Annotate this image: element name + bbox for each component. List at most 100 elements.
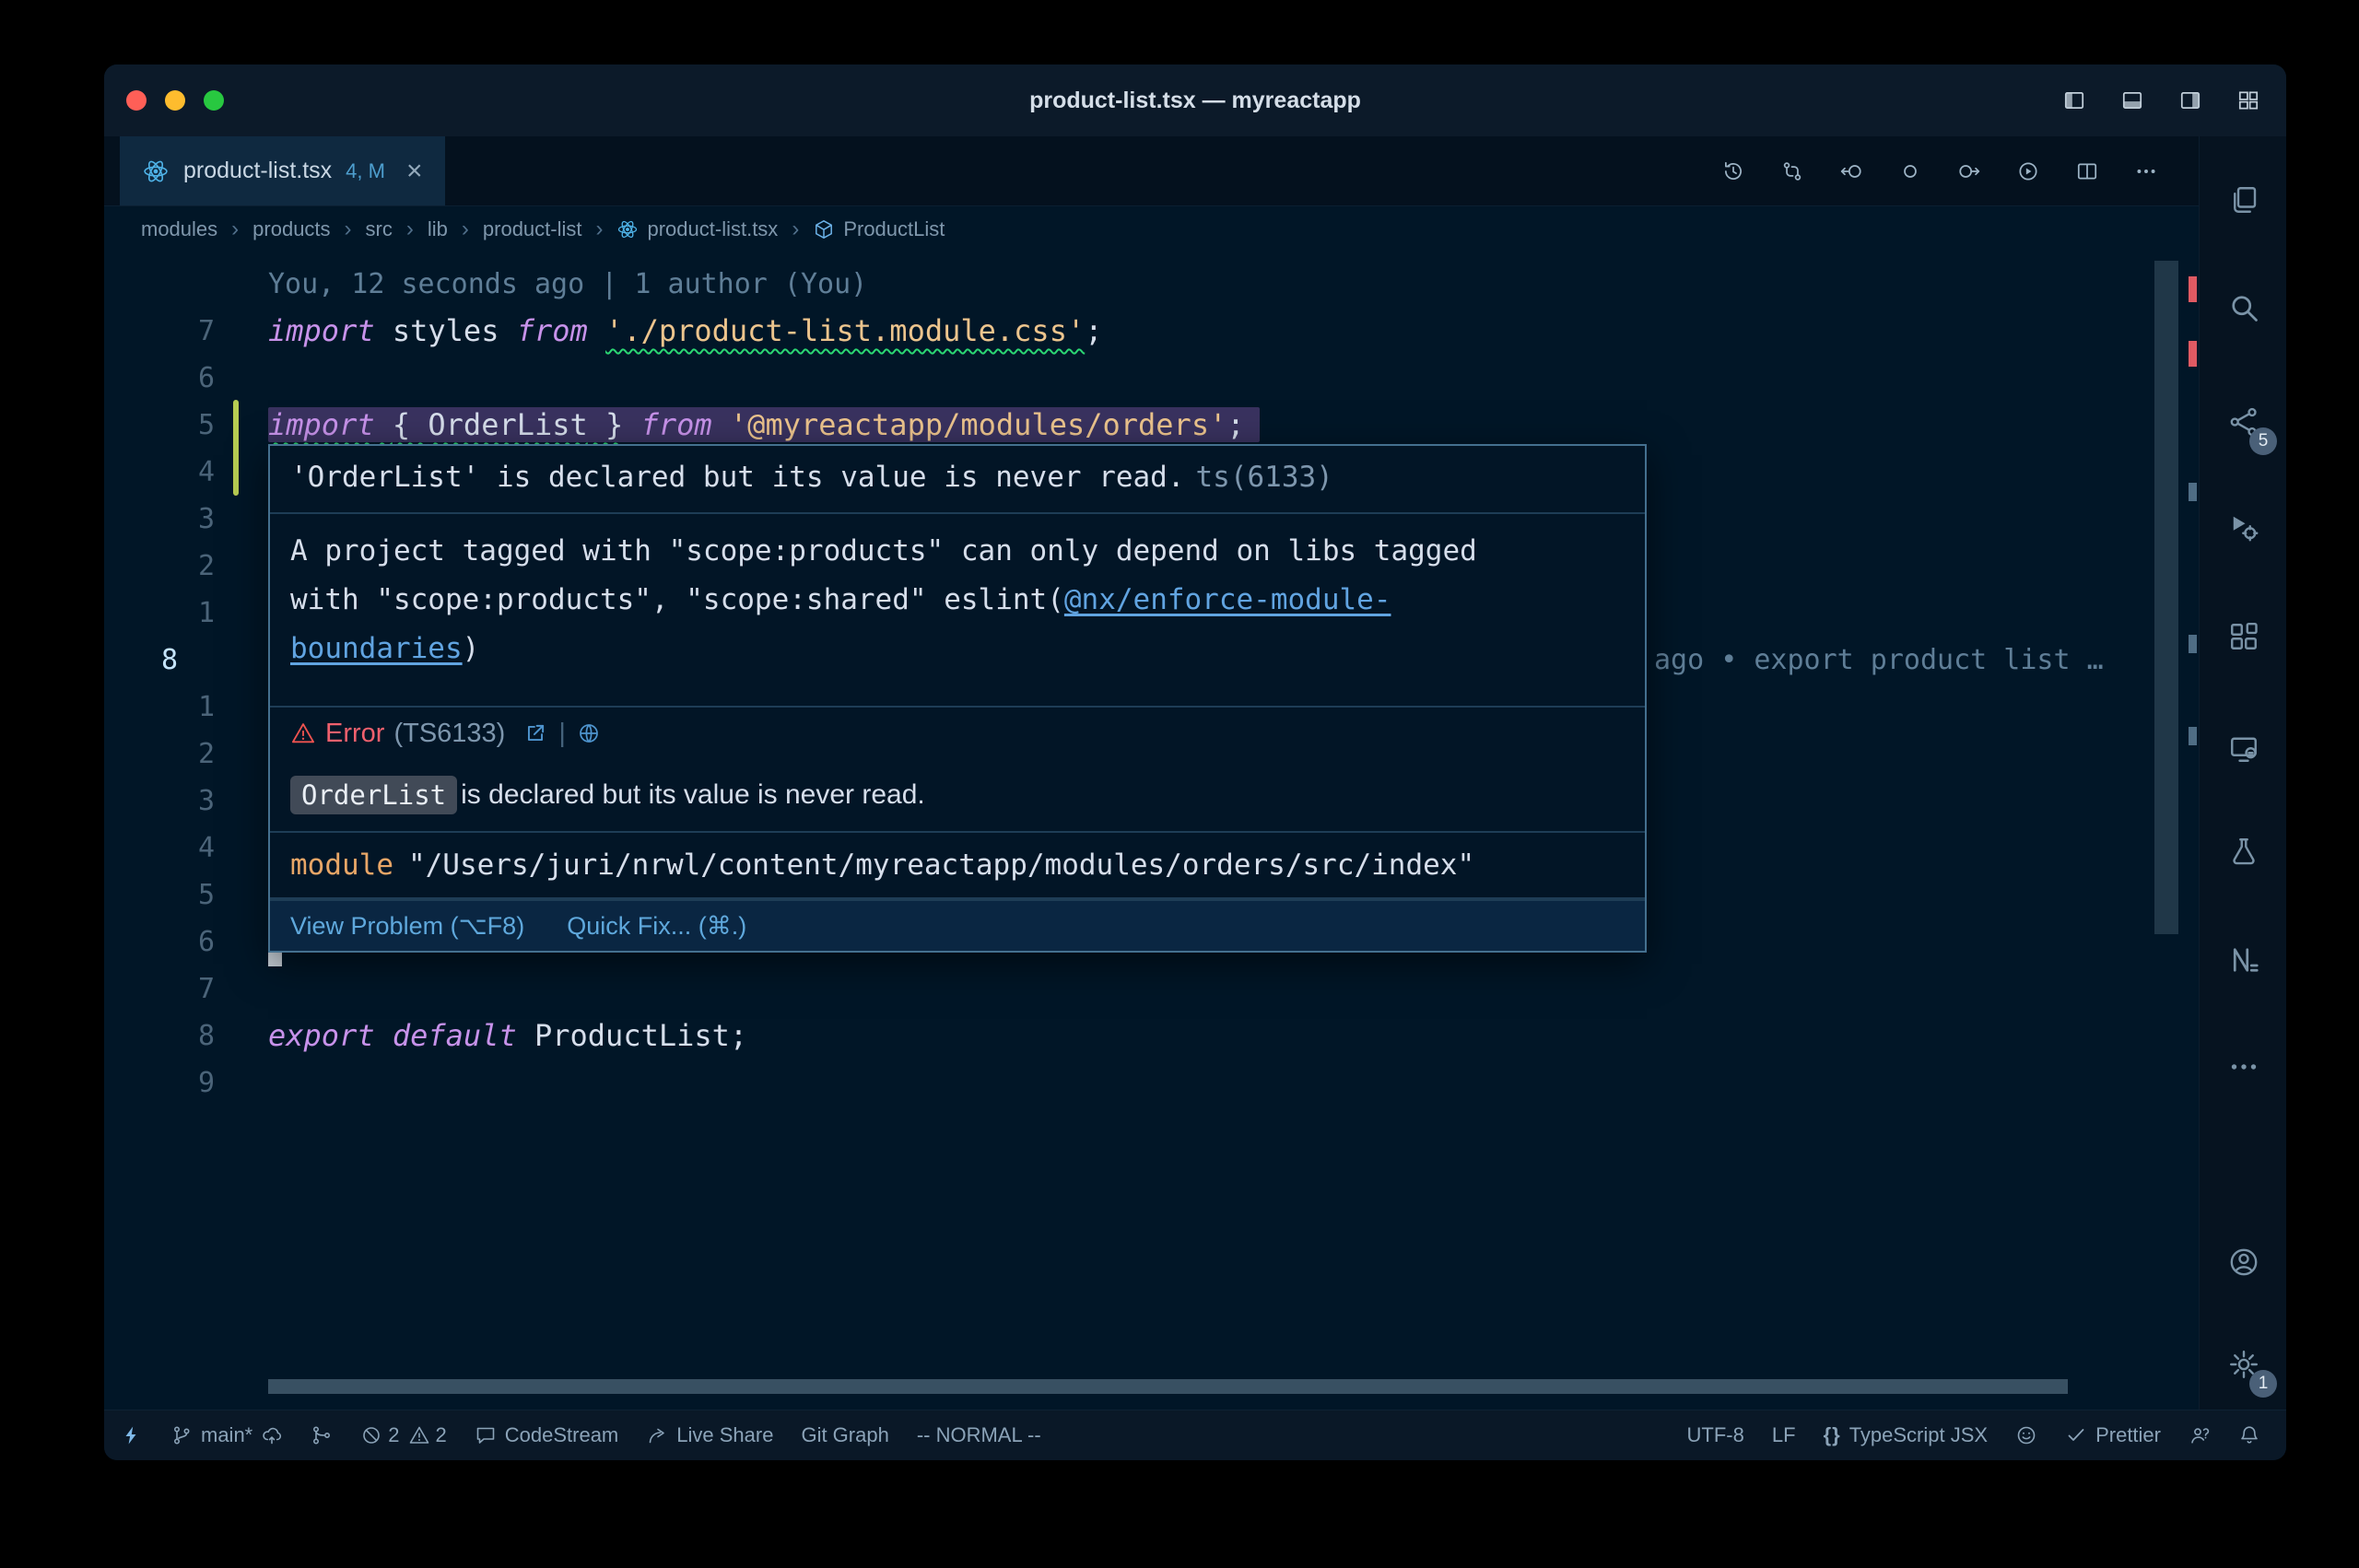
- quick-fix-button[interactable]: Quick Fix... (⌘.): [567, 912, 746, 941]
- activity-bar-extensions[interactable]: [2200, 603, 2286, 670]
- line-number[interactable]: 8: [104, 637, 215, 684]
- breadcrumb-item-lib[interactable]: lib: [428, 217, 448, 241]
- editor-action-forward[interactable]: [1957, 159, 1981, 183]
- editor-action-run[interactable]: [2016, 159, 2040, 183]
- panel-bottom-toggle-button[interactable]: [2120, 88, 2144, 112]
- activity-bar-testing[interactable]: [2200, 818, 2286, 884]
- tab-close-button[interactable]: ×: [406, 158, 423, 185]
- error-description-row: OrderList is declared but its value is n…: [270, 759, 1645, 831]
- window-title: product-list.tsx — myreactapp: [1029, 88, 1361, 114]
- line-number[interactable]: 1: [104, 590, 215, 637]
- view-problem-button[interactable]: View Problem (⌥F8): [290, 912, 524, 941]
- editor-action-circle[interactable]: [1898, 159, 1922, 183]
- breadcrumb-separator: ›: [462, 216, 469, 242]
- status-problems[interactable]: 22: [360, 1423, 447, 1447]
- activity-bar-explorer[interactable]: [2200, 167, 2286, 233]
- account-icon: [2227, 1246, 2260, 1279]
- error-count: 2: [388, 1423, 399, 1447]
- breadcrumb-item-src[interactable]: src: [366, 217, 393, 241]
- status-feedback-person[interactable]: [2189, 1424, 2211, 1446]
- status-git-branch[interactable]: main*: [170, 1423, 283, 1447]
- activity-bar-run-and-debug[interactable]: [2200, 494, 2286, 560]
- status-feedback-smiley[interactable]: [2015, 1424, 2037, 1446]
- minimize-window-button[interactable]: [165, 90, 185, 111]
- tab-product-list[interactable]: product-list.tsx 4, M ×: [120, 136, 445, 205]
- line-number[interactable]: 7: [104, 308, 215, 355]
- code-line[interactable]: import styles from './product-list.modul…: [268, 308, 1102, 355]
- popup-resize-handle[interactable]: [268, 953, 282, 966]
- zoom-window-button[interactable]: [204, 90, 224, 111]
- status-notifications[interactable]: [2238, 1424, 2260, 1446]
- line-number[interactable]: 8: [104, 1012, 215, 1059]
- bolt-icon: [121, 1424, 143, 1446]
- activity-bar-remote-explorer[interactable]: [2200, 716, 2286, 782]
- back-icon: [1839, 159, 1863, 183]
- error-detail-row: Error(TS6133) |: [270, 708, 1645, 759]
- layout-toggle-button[interactable]: [2236, 88, 2260, 112]
- breadcrumb-item-product-list-tsx[interactable]: product-list.tsx: [616, 217, 778, 241]
- code-line[interactable]: export default ProductList;: [268, 1012, 747, 1059]
- activity-bar-source-control[interactable]: 5: [2200, 389, 2286, 455]
- line-number[interactable]: 3: [104, 778, 215, 825]
- code-row: 7: [104, 965, 2199, 1012]
- line-number[interactable]: 4: [104, 449, 215, 496]
- editor-action-back[interactable]: [1839, 159, 1863, 183]
- breadcrumb-item-modules[interactable]: modules: [141, 217, 217, 241]
- line-number[interactable]: 5: [104, 402, 215, 449]
- activity-bar-search[interactable]: [2200, 275, 2286, 341]
- status-git-graph[interactable]: Git Graph: [801, 1423, 888, 1447]
- line-number[interactable]: 5: [104, 872, 215, 919]
- encoding-label: UTF-8: [1687, 1423, 1744, 1447]
- code-editor[interactable]: You, 12 seconds ago | 1 author (You)7imp…: [104, 252, 2199, 1410]
- person-q-icon: [2189, 1424, 2211, 1446]
- line-number[interactable]: 2: [104, 731, 215, 778]
- breadcrumb-item-productlist[interactable]: ProductList: [813, 217, 945, 241]
- close-window-button[interactable]: [126, 90, 147, 111]
- activity-bar-additional-views[interactable]: [2200, 1034, 2286, 1100]
- vertical-scrollbar[interactable]: [2154, 261, 2178, 934]
- status-vim-mode[interactable]: -- NORMAL --: [917, 1423, 1041, 1447]
- panel-left-icon: [2062, 88, 2086, 112]
- status-live-share[interactable]: Live Share: [646, 1423, 773, 1447]
- editor-action-history[interactable]: [1721, 159, 1745, 183]
- line-number[interactable]: 1: [104, 684, 215, 731]
- panel-right-toggle-button[interactable]: [2178, 88, 2202, 112]
- line-number[interactable]: 3: [104, 496, 215, 543]
- activity-bar-nx-console[interactable]: [2200, 927, 2286, 993]
- code-line[interactable]: import { OrderList } from '@myreactapp/m…: [268, 402, 1260, 449]
- line-number[interactable]: 2: [104, 543, 215, 590]
- editor-action-ellipsis[interactable]: [2134, 159, 2158, 183]
- status-encoding[interactable]: UTF-8: [1687, 1423, 1744, 1447]
- gutter-modified-indicator: [233, 400, 239, 496]
- status-language-mode[interactable]: {}TypeScript JSX: [1824, 1423, 1989, 1447]
- activity-bar-accounts[interactable]: [2200, 1229, 2286, 1295]
- status-remote-indicator[interactable]: [121, 1424, 143, 1446]
- line-number[interactable]: 6: [104, 919, 215, 965]
- breadcrumb-separator: ›: [345, 216, 352, 242]
- line-number[interactable]: 7: [104, 965, 215, 1012]
- status-prettier[interactable]: Prettier: [2065, 1423, 2161, 1447]
- breadcrumb-item-products[interactable]: products: [252, 217, 330, 241]
- line-number[interactable]: 9: [104, 1059, 215, 1106]
- activity-bar-settings[interactable]: 1: [2200, 1331, 2286, 1398]
- error-code: (TS6133): [393, 719, 505, 749]
- external-link-icon[interactable]: [523, 721, 547, 745]
- line-number[interactable]: 6: [104, 355, 215, 402]
- editor-action-splitv[interactable]: [2075, 159, 2099, 183]
- horizontal-scrollbar[interactable]: [268, 1379, 2068, 1394]
- line-number[interactable]: 4: [104, 825, 215, 872]
- status-merge-status[interactable]: [311, 1424, 333, 1446]
- braces-glyph: {}: [1824, 1423, 1841, 1447]
- status-eol[interactable]: LF: [1772, 1423, 1796, 1447]
- comment-icon: [475, 1424, 497, 1446]
- eslint-rule-link[interactable]: @nx/enforce-module-: [1064, 583, 1391, 616]
- ellipsis-icon: [2227, 1050, 2260, 1083]
- globe-icon[interactable]: [577, 721, 601, 745]
- forward-icon: [1957, 159, 1981, 183]
- status-codestream[interactable]: CodeStream: [475, 1423, 619, 1447]
- breadcrumb-item-product-list[interactable]: product-list: [483, 217, 582, 241]
- panel-left-toggle-button[interactable]: [2062, 88, 2086, 112]
- editor-action-compare[interactable]: [1780, 159, 1804, 183]
- eslint-rule-link[interactable]: boundaries: [290, 632, 463, 665]
- merge-icon: [311, 1424, 333, 1446]
